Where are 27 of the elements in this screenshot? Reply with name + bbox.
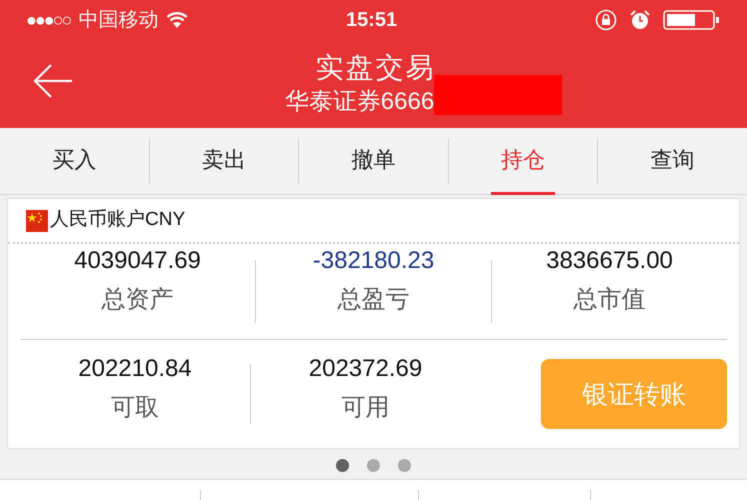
clock-time: 15:51 (346, 8, 398, 33)
tab[interactable]: 卖出 (192, 128, 256, 194)
stat-value: 4039047.69 (74, 246, 201, 276)
tab[interactable]: 买入 (42, 128, 106, 194)
battery-icon (663, 9, 721, 31)
stat-value: -382180.23 (312, 246, 434, 276)
rotation-lock-icon (595, 9, 617, 31)
stat-value: 3836675.00 (546, 246, 673, 276)
china-flag-icon (26, 210, 48, 232)
tab[interactable]: 持仓 (491, 128, 556, 194)
signal-strength: ●●●○○ (26, 8, 70, 32)
stat-label: 总盈亏 (338, 284, 410, 314)
wifi-icon (166, 11, 188, 29)
fund-value: 202372.69 (308, 354, 422, 384)
fund-label: 可取 (111, 393, 159, 423)
stat-label: 总市值 (574, 284, 646, 314)
alarm-clock-icon (629, 9, 651, 31)
fund-value: 202210.84 (78, 354, 192, 384)
back-arrow-icon (33, 64, 73, 98)
page-title: 实盘交易 (314, 51, 436, 85)
tab[interactable]: 查询 (640, 128, 705, 194)
account-name: 人民币账户CNY (50, 208, 186, 232)
carrier-name: 中国移动 (78, 8, 158, 33)
fund-label: 可用 (342, 393, 390, 423)
account-subtitle: 华泰证券6666 (284, 87, 434, 117)
stat-label: 总资产 (102, 284, 174, 314)
tab[interactable]: 撤单 (341, 128, 406, 194)
